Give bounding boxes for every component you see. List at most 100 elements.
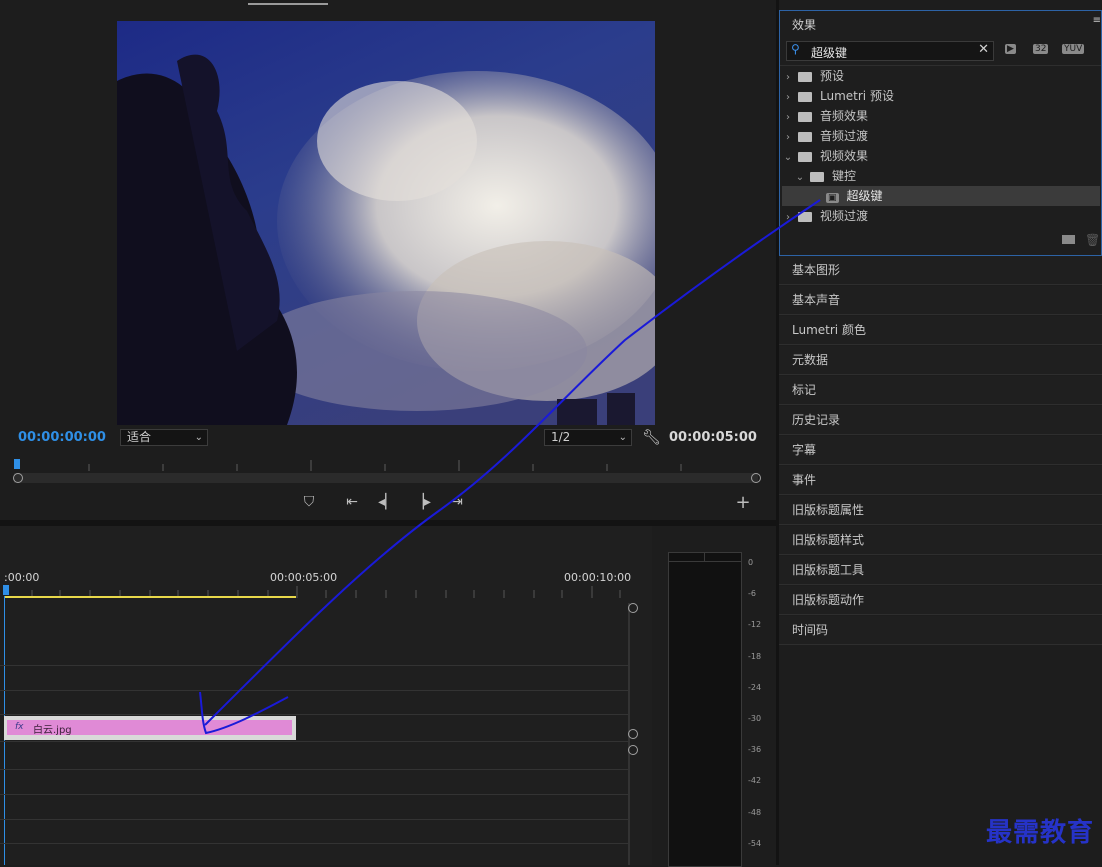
folder-star-icon [798, 71, 812, 82]
wrench-icon[interactable]: 🔧︎ [642, 428, 661, 446]
folder-icon [798, 111, 812, 122]
scroll-handle-right[interactable] [751, 473, 761, 483]
resolution-select[interactable]: 1/2 ⌄ [544, 429, 632, 446]
audio-meter [668, 552, 742, 867]
track-divider [0, 690, 630, 691]
tree-item-audio-transitions[interactable]: › 音频过渡 [782, 126, 1100, 146]
db-label: -36 [748, 745, 762, 754]
timeline-ruler-label: 00:00:10:00 [564, 571, 632, 584]
chevron-down-icon: ⌄ [618, 432, 627, 443]
chevron-down-icon: ⌄ [795, 172, 805, 183]
effects-panel: 效果 ≡ ⚲ 超级键 ✕ ▶ 32 YUV › 预设 › Lumetri 预设 › 音… [779, 10, 1102, 256]
tree-item-ultra-key[interactable]: ▣ 超级键 [782, 186, 1100, 206]
effects-search-value: 超级键 [811, 46, 848, 60]
watermark-logo: 最需教育 [985, 818, 1094, 848]
trash-icon[interactable]: 🗑︎ [1085, 233, 1100, 247]
vscroll-handle[interactable] [628, 603, 638, 613]
folder-icon [798, 211, 812, 222]
monitor-tab-indicator [248, 3, 328, 5]
zoom-scrollbar[interactable] [14, 473, 758, 483]
tree-item-video-effects[interactable]: ⌄ 视频效果 [782, 146, 1100, 166]
fx-badge: fx [15, 722, 24, 732]
folder-icon [798, 131, 812, 142]
step-forward-icon[interactable]: ▕▸ [413, 494, 431, 510]
timeline-ruler[interactable] [0, 584, 630, 600]
tree-item-label: 音频过渡 [820, 129, 869, 143]
new-bin-icon[interactable] [1062, 235, 1075, 244]
video-preview [117, 21, 655, 425]
panel-legacy-title-tools[interactable]: 旧版标题工具 [779, 556, 1102, 585]
panel-legacy-title-styles[interactable]: 旧版标题样式 [779, 526, 1102, 555]
panel-legacy-title-actions[interactable]: 旧版标题动作 [779, 586, 1102, 615]
timeline-ruler-label: 00:00:05:00 [270, 571, 338, 584]
panel-essential-sound[interactable]: 基本声音 [779, 286, 1102, 315]
add-marker-icon[interactable]: ⛉ [300, 494, 318, 510]
go-to-out-icon[interactable]: ⇥ [448, 494, 466, 510]
chevron-right-icon: › [786, 92, 790, 103]
vscroll-handle[interactable] [628, 745, 638, 755]
panel-events[interactable]: 事件 [779, 466, 1102, 495]
track-divider [0, 794, 630, 795]
db-label: -6 [748, 589, 756, 598]
db-label: -12 [748, 620, 762, 629]
panel-history[interactable]: 历史记录 [779, 406, 1102, 435]
tree-item-label: 预设 [820, 69, 845, 83]
step-back-icon[interactable]: ◂▏ [378, 494, 396, 510]
32bit-effects-icon[interactable]: 32 [1033, 44, 1049, 54]
panel-legacy-title-properties[interactable]: 旧版标题属性 [779, 496, 1102, 525]
panel-lumetri-color[interactable]: Lumetri 颜色 [779, 316, 1102, 345]
go-to-in-icon[interactable]: ⇤ [343, 494, 361, 510]
db-label: -42 [748, 776, 762, 785]
track-divider [0, 714, 630, 715]
duration-timecode: 00:00:05:00 [669, 430, 757, 445]
panel-timecode[interactable]: 时间码 [779, 616, 1102, 645]
chevron-right-icon: › [786, 132, 790, 143]
timeline-ruler-label: :00:00 [4, 571, 40, 584]
monitor-time-ruler[interactable] [14, 458, 758, 472]
folder-star-icon [798, 91, 812, 102]
search-icon: ⚲ [791, 42, 800, 56]
effect-icon: ▣ [826, 193, 839, 203]
tree-item-label: 音频效果 [820, 109, 869, 123]
scroll-handle-left[interactable] [13, 473, 23, 483]
panel-menu-icon[interactable]: ≡ [1093, 15, 1101, 26]
clear-search-icon[interactable]: ✕ [978, 42, 989, 57]
tree-item-video-transitions[interactable]: › 视频过渡 [782, 206, 1100, 226]
db-label: -54 [748, 839, 762, 848]
fit-select-value: 适合 [127, 430, 152, 444]
folder-icon [810, 171, 824, 182]
effects-panel-title[interactable]: 效果 [792, 16, 816, 33]
chevron-right-icon: › [786, 72, 790, 83]
sky-clouds-image [117, 21, 655, 425]
track-divider [0, 819, 630, 820]
tree-item-presets[interactable]: › 预设 [782, 66, 1100, 86]
yuv-effects-icon[interactable]: YUV [1062, 44, 1085, 54]
tree-item-audio-effects[interactable]: › 音频效果 [782, 106, 1100, 126]
vscroll-handle[interactable] [628, 729, 638, 739]
db-label: -24 [748, 683, 762, 692]
db-label: -18 [748, 652, 762, 661]
tree-item-label: Lumetri 预设 [820, 89, 894, 103]
track-divider [0, 741, 630, 742]
panel-markers[interactable]: 标记 [779, 376, 1102, 405]
db-label: -48 [748, 808, 762, 817]
chevron-down-icon: ⌄ [783, 152, 793, 163]
panel-essential-graphics[interactable]: 基本图形 [779, 256, 1102, 285]
effects-search-input[interactable]: ⚲ 超级键 ✕ [786, 41, 994, 61]
chevron-right-icon: › [786, 212, 790, 223]
tree-item-label: 超级键 [846, 189, 883, 203]
accelerated-effects-icon[interactable]: ▶ [1005, 44, 1016, 54]
current-timecode[interactable]: 00:00:00:00 [18, 430, 106, 445]
button-editor-plus-icon[interactable]: + [734, 492, 752, 513]
tree-item-label: 键控 [832, 169, 857, 183]
timeline-clip[interactable]: fx 白云.jpg [4, 716, 296, 740]
tree-item-label: 视频效果 [820, 149, 869, 163]
meter-peak-line [669, 561, 741, 562]
chevron-right-icon: › [786, 112, 790, 123]
track-divider [0, 665, 630, 666]
panel-metadata[interactable]: 元数据 [779, 346, 1102, 375]
tree-item-keying[interactable]: ⌄ 键控 [782, 166, 1100, 186]
tree-item-lumetri-presets[interactable]: › Lumetri 预设 [782, 86, 1100, 106]
panel-captions[interactable]: 字幕 [779, 436, 1102, 465]
fit-select[interactable]: 适合 ⌄ [120, 429, 208, 446]
